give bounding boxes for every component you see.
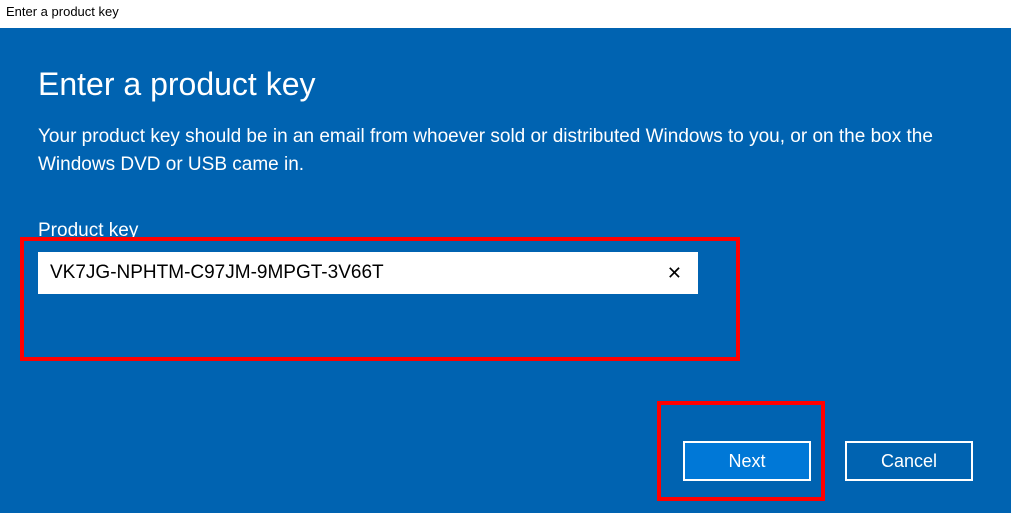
main-panel: Enter a product key Your product key sho… [0,28,1011,513]
product-key-input-wrap[interactable]: ✕ [38,252,698,294]
product-key-field-area: Product key ✕ [38,220,973,294]
page-heading: Enter a product key [38,66,973,103]
clear-icon[interactable]: ✕ [661,263,688,284]
button-row: Next Cancel [683,441,973,481]
instruction-text: Your product key should be in an email f… [38,123,958,178]
window-title: Enter a product key [0,0,1011,28]
product-key-label: Product key [38,220,973,242]
cancel-button[interactable]: Cancel [845,441,973,481]
next-button[interactable]: Next [683,441,811,481]
product-key-input[interactable] [50,262,661,284]
